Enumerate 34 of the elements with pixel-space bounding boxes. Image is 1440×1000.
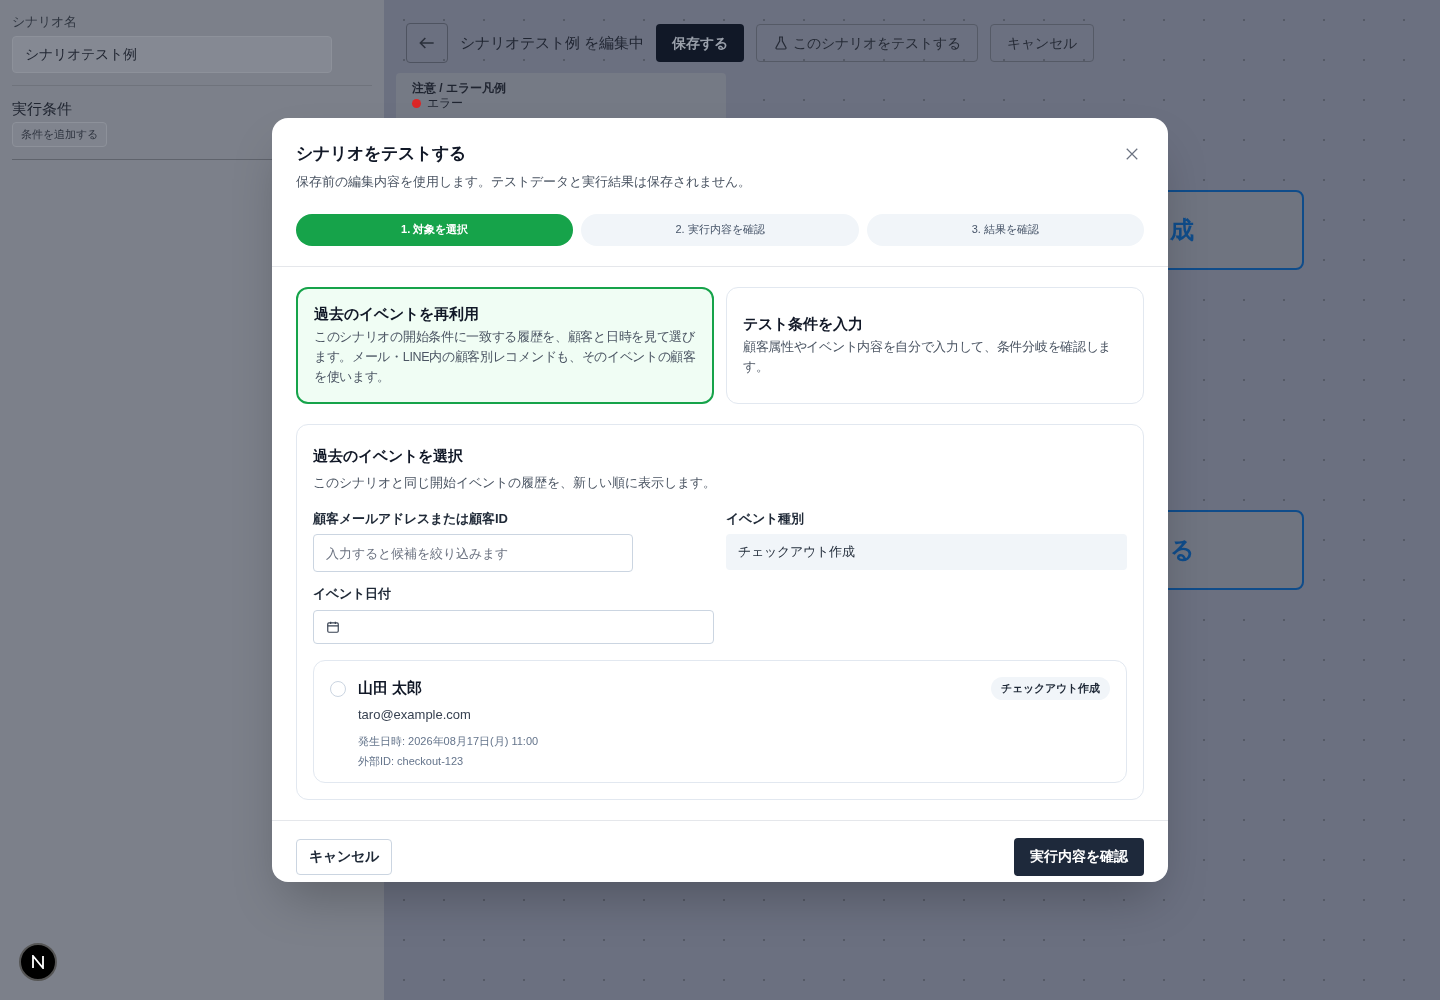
field-label: イベント種別 [726,509,805,528]
mode-option-card[interactable]: 過去のイベントを再利用 このシナリオの開始条件に一致する履歴を、顧客と日時を見て選びます。メール・LINE内の顧客別レコメンドも、そのイベントの顧客を使います。 [296,286,714,404]
legend-title: 注意 / エラー凡例 [412,80,507,96]
event-date-field[interactable] [313,609,714,644]
customer-email: taro@example.com [358,706,472,724]
customer-name: 山田 太郎 [358,677,424,698]
external-id: 外部ID: checkout-123 [358,754,465,769]
save-button[interactable]: 保存する [656,24,745,62]
legend-label: エラー [427,96,463,110]
section-title: 過去のイベントを選択 [313,445,464,466]
event-datetime: 発生日時: 2026年08月17日(月) 11:00 [358,733,540,749]
calendar-icon [326,619,340,634]
step-tab[interactable]: 2. 実行内容を確認 [581,213,859,246]
dialog-title: シナリオをテストする [296,143,466,165]
event-type-field: チェックアウト作成 [726,534,1127,570]
field-label: シナリオ名 [12,13,78,31]
back-button[interactable] [406,23,448,63]
logo-icon [31,955,45,969]
field-label: イベント日付 [313,585,392,603]
field-label: 顧客メールアドレスまたは顧客ID [313,509,509,528]
event-type-tag: チェックアウト作成 [991,676,1110,700]
add-condition-button[interactable]: 条件を追加する [12,122,107,147]
editor-title: シナリオテスト例 を編集中 [460,32,645,53]
dialog-subtitle: 保存前の編集内容を使用します。テストデータと実行結果は保存されません。 [296,173,752,191]
scenario-name-field[interactable]: シナリオテスト例 [12,35,332,73]
customer-search-field[interactable]: 入力すると候補を絞り込みます [313,534,633,572]
cancel-button[interactable]: キャンセル [296,838,392,875]
event-row[interactable]: 山田 太郎 taro@example.com 発生日時: 2026年08月17日(月) 11:00 外部ID: checkout-123 チェックアウト作成 [313,659,1127,783]
confirm-button[interactable]: 実行内容を確認 [1014,837,1144,876]
section-description: このシナリオと同じ開始イベントの履歴を、新しい順に表示します。 [313,474,717,492]
mode-option-card[interactable]: テスト条件を入力 顧客属性やイベント内容を自分で入力して、条件分岐を確認します。 [726,286,1144,404]
flask-icon [773,35,790,51]
section-label: 実行条件 [12,98,73,119]
step-tab[interactable]: 3. 結果を確認 [866,213,1144,246]
